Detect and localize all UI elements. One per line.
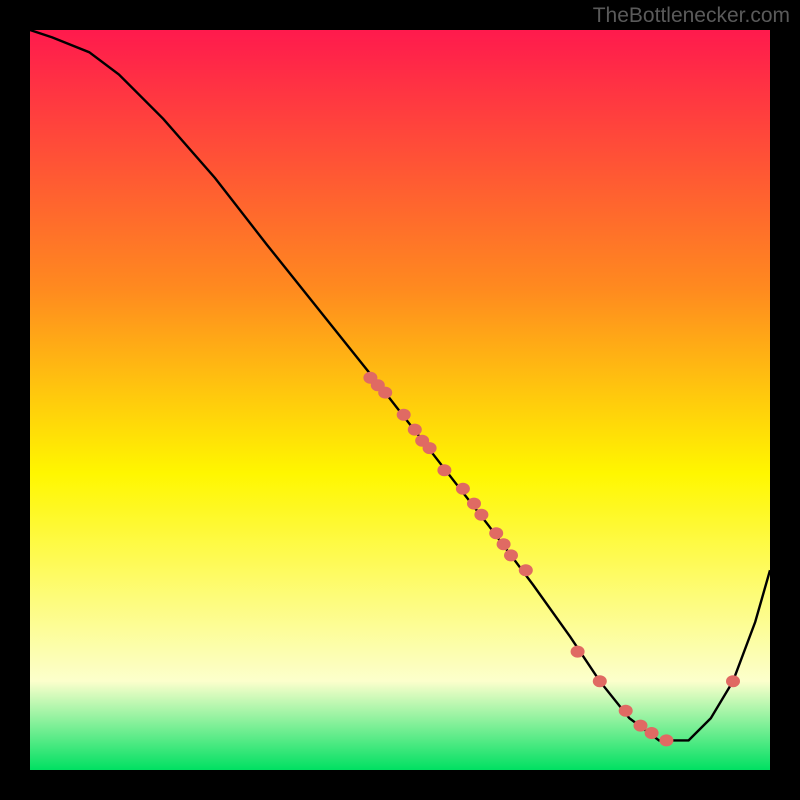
data-point <box>474 509 488 521</box>
bottleneck-curve-chart <box>30 30 770 770</box>
data-point <box>659 734 673 746</box>
data-point <box>726 675 740 687</box>
data-point <box>497 538 511 550</box>
data-point <box>467 498 481 510</box>
data-point <box>634 720 648 732</box>
data-point <box>423 442 437 454</box>
data-point <box>489 527 503 539</box>
data-point <box>519 564 533 576</box>
data-point <box>378 387 392 399</box>
data-point <box>408 424 422 436</box>
data-point <box>504 549 518 561</box>
data-point <box>456 483 470 495</box>
data-point <box>593 675 607 687</box>
data-point <box>619 705 633 717</box>
data-point <box>397 409 411 421</box>
gradient-background <box>30 30 770 770</box>
attribution-label: TheBottlenecker.com <box>593 4 790 28</box>
data-point <box>437 464 451 476</box>
chart-container <box>30 30 770 770</box>
data-point <box>645 727 659 739</box>
data-point <box>571 646 585 658</box>
